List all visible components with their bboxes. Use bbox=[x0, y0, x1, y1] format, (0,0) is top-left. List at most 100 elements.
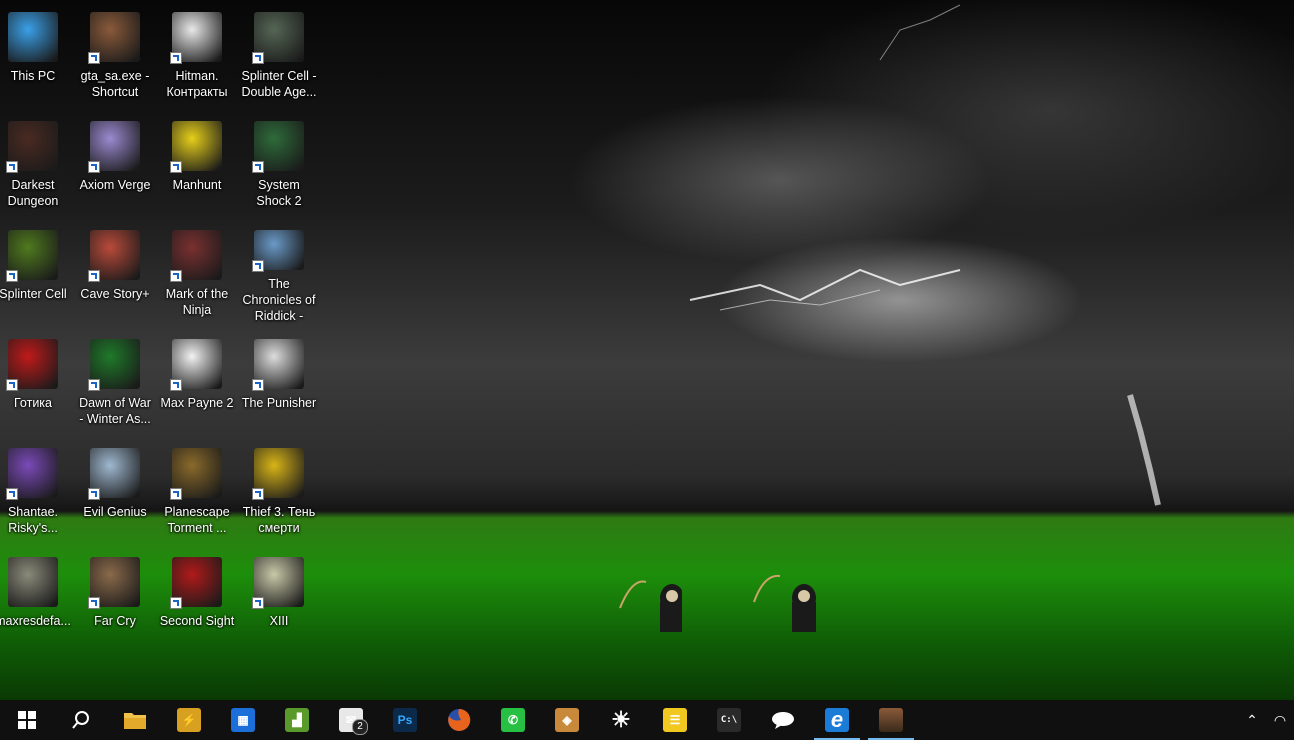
brightness-button[interactable]: ☀ bbox=[594, 700, 648, 740]
mark-of-the-ninja-icon bbox=[170, 230, 222, 282]
edge-glyph: e bbox=[830, 707, 844, 732]
desktop-icon-maxresdefault-image[interactable]: maxresdefa... bbox=[0, 545, 74, 651]
desktop-icon-system-shock-2[interactable]: System Shock 2 bbox=[238, 109, 320, 215]
desktop-icon-label: Max Payne 2 bbox=[160, 396, 234, 410]
hearthstone-icon: ◈ bbox=[555, 708, 579, 732]
shortcut-arrow-icon bbox=[170, 161, 182, 173]
network-button[interactable]: ◠ bbox=[1266, 700, 1294, 740]
desktop-icon-label: Готика bbox=[13, 396, 52, 410]
reaper-figure-icon bbox=[619, 580, 682, 632]
chat-button[interactable] bbox=[756, 700, 810, 740]
winamp-button[interactable]: ⚡ bbox=[162, 700, 216, 740]
shortcut-arrow-icon bbox=[170, 379, 182, 391]
desktop-icon-label: The Punisher bbox=[241, 396, 317, 410]
shortcut-arrow-icon bbox=[252, 597, 264, 609]
desktop-icon-max-payne-2[interactable]: Max Payne 2 bbox=[156, 327, 238, 433]
desktop-icon-cave-story[interactable]: Cave Story+ bbox=[74, 218, 156, 324]
yellow-app-icon: ☰ bbox=[663, 708, 687, 732]
winamp-icon: ⚡ bbox=[177, 708, 201, 732]
desktop-icon-label: Dawn of War - Winter As... bbox=[79, 396, 151, 426]
shortcut-arrow-icon bbox=[170, 597, 182, 609]
desktop-icon-riddick[interactable]: The Chronicles of Riddick - EFBB bbox=[238, 218, 320, 324]
desktop-icon-axiom-verge[interactable]: Axiom Verge bbox=[74, 109, 156, 215]
gta-sa-icon bbox=[88, 12, 140, 64]
desktop-icon-dawn-of-war[interactable]: Dawn of War - Winter As... bbox=[74, 327, 156, 433]
desktop-icon-hitman[interactable]: Hitman. Контракты bbox=[156, 0, 238, 106]
desktop-icon-label: Planescape Torment ... bbox=[164, 505, 230, 535]
search-button[interactable] bbox=[54, 700, 108, 740]
photoshop-icon: Ps bbox=[393, 708, 417, 732]
shortcut-arrow-icon bbox=[170, 52, 182, 64]
manhunt-icon bbox=[170, 121, 222, 173]
darkest-dungeon-icon bbox=[6, 121, 58, 173]
desktop-icon-label: Mark of the Ninja bbox=[165, 287, 229, 317]
desktop-icon-far-cry[interactable]: Far Cry bbox=[74, 545, 156, 651]
axiom-verge-icon bbox=[88, 121, 140, 173]
desktop-icon-label: Hitman. Контракты bbox=[166, 69, 228, 99]
speech-bubble-icon bbox=[771, 708, 795, 732]
desktop-icon-darkest-dungeon[interactable]: Darkest Dungeon bbox=[0, 109, 74, 215]
whatsapp-glyph: ✆ bbox=[507, 713, 519, 727]
desktop-icon-label: Darkest Dungeon bbox=[7, 178, 59, 208]
shortcut-arrow-icon bbox=[170, 488, 182, 500]
far-cry-icon bbox=[88, 557, 140, 609]
desktop-icon-splinter-cell-double-agent[interactable]: Splinter Cell - Double Age... bbox=[238, 0, 320, 106]
desktop-icon-gta-sa[interactable]: gta_sa.exe - Shortcut bbox=[74, 0, 156, 106]
thief-3-icon bbox=[252, 448, 304, 500]
desktop-icon-label: Thief 3. Тень смерти bbox=[242, 505, 316, 535]
firefox-button[interactable] bbox=[432, 700, 486, 740]
splinter-cell-icon bbox=[6, 230, 58, 282]
desktop-icon-manhunt[interactable]: Manhunt bbox=[156, 109, 238, 215]
desktop-icon-thief-3[interactable]: Thief 3. Тень смерти bbox=[238, 436, 320, 542]
desktop-icon-shantae[interactable]: Shantae. Risky's... bbox=[0, 436, 74, 542]
terminal-icon: C:\ bbox=[717, 708, 741, 732]
desktop-icon-second-sight[interactable]: Second Sight bbox=[156, 545, 238, 651]
desktop-icon-label: Evil Genius bbox=[83, 505, 147, 519]
gothic-icon bbox=[6, 339, 58, 391]
max-payne-2-icon bbox=[170, 339, 222, 391]
sun-glyph: ☀ bbox=[611, 707, 631, 732]
desktop-icon-label: The Chronicles of Riddick - EFBB bbox=[242, 277, 316, 323]
desktop-icon-label: XIII bbox=[269, 614, 289, 628]
edge-button[interactable]: e bbox=[810, 700, 864, 740]
shortcut-arrow-icon bbox=[88, 488, 100, 500]
shortcut-arrow-icon bbox=[6, 161, 18, 173]
chevron-up-icon: ⌃ bbox=[1246, 711, 1258, 728]
desktop-icon-planescape-torment[interactable]: Planescape Torment ... bbox=[156, 436, 238, 542]
desktop-icon-label: Shantae. Risky's... bbox=[7, 505, 59, 535]
firefox-icon bbox=[447, 708, 471, 732]
yellow-app-glyph: ☰ bbox=[669, 713, 681, 727]
desktop-icon-this-pc[interactable]: This PC bbox=[0, 0, 74, 106]
desktop[interactable]: This PC gta_sa.exe - Shortcut Hitman. Конт… bbox=[0, 0, 1294, 700]
gta-button[interactable] bbox=[864, 700, 918, 740]
chart-app-button[interactable]: ▟ bbox=[270, 700, 324, 740]
whatsapp-button[interactable]: ✆ bbox=[486, 700, 540, 740]
yellow-app-button[interactable]: ☰ bbox=[648, 700, 702, 740]
film-app-button[interactable]: ▦ bbox=[216, 700, 270, 740]
desktop-icon-splinter-cell[interactable]: Splinter Cell bbox=[0, 218, 74, 324]
show-hidden-icons-button[interactable]: ⌃ bbox=[1238, 700, 1266, 740]
shortcut-arrow-icon bbox=[252, 260, 264, 272]
photoshop-glyph: Ps bbox=[397, 713, 413, 727]
start-button[interactable] bbox=[0, 700, 54, 740]
hearthstone-button[interactable]: ◈ bbox=[540, 700, 594, 740]
reaper-figure-icon bbox=[753, 574, 816, 632]
desktop-icon-gothic[interactable]: Готика bbox=[0, 327, 74, 433]
desktop-icon-punisher[interactable]: The Punisher bbox=[238, 327, 320, 433]
riddick-icon bbox=[252, 230, 304, 272]
taskbar: ⚡ ▦ ▟ ✉ 2 Ps ✆ ◈ ☀ ☰ C:\ e ⌃ ◠ bbox=[0, 700, 1294, 740]
folder-icon bbox=[123, 708, 147, 732]
shortcut-arrow-icon bbox=[252, 488, 264, 500]
hearthstone-glyph: ◈ bbox=[562, 713, 572, 727]
cave-story-icon bbox=[88, 230, 140, 282]
desktop-icon-xiii[interactable]: XIII bbox=[238, 545, 320, 651]
splinter-cell-double-agent-icon bbox=[252, 12, 304, 64]
command-prompt-button[interactable]: C:\ bbox=[702, 700, 756, 740]
second-sight-icon bbox=[170, 557, 222, 609]
shortcut-arrow-icon bbox=[252, 379, 264, 391]
desktop-icon-evil-genius[interactable]: Evil Genius bbox=[74, 436, 156, 542]
file-explorer-button[interactable] bbox=[108, 700, 162, 740]
mail-button[interactable]: ✉ 2 bbox=[324, 700, 378, 740]
photoshop-button[interactable]: Ps bbox=[378, 700, 432, 740]
desktop-icon-mark-of-the-ninja[interactable]: Mark of the Ninja bbox=[156, 218, 238, 324]
